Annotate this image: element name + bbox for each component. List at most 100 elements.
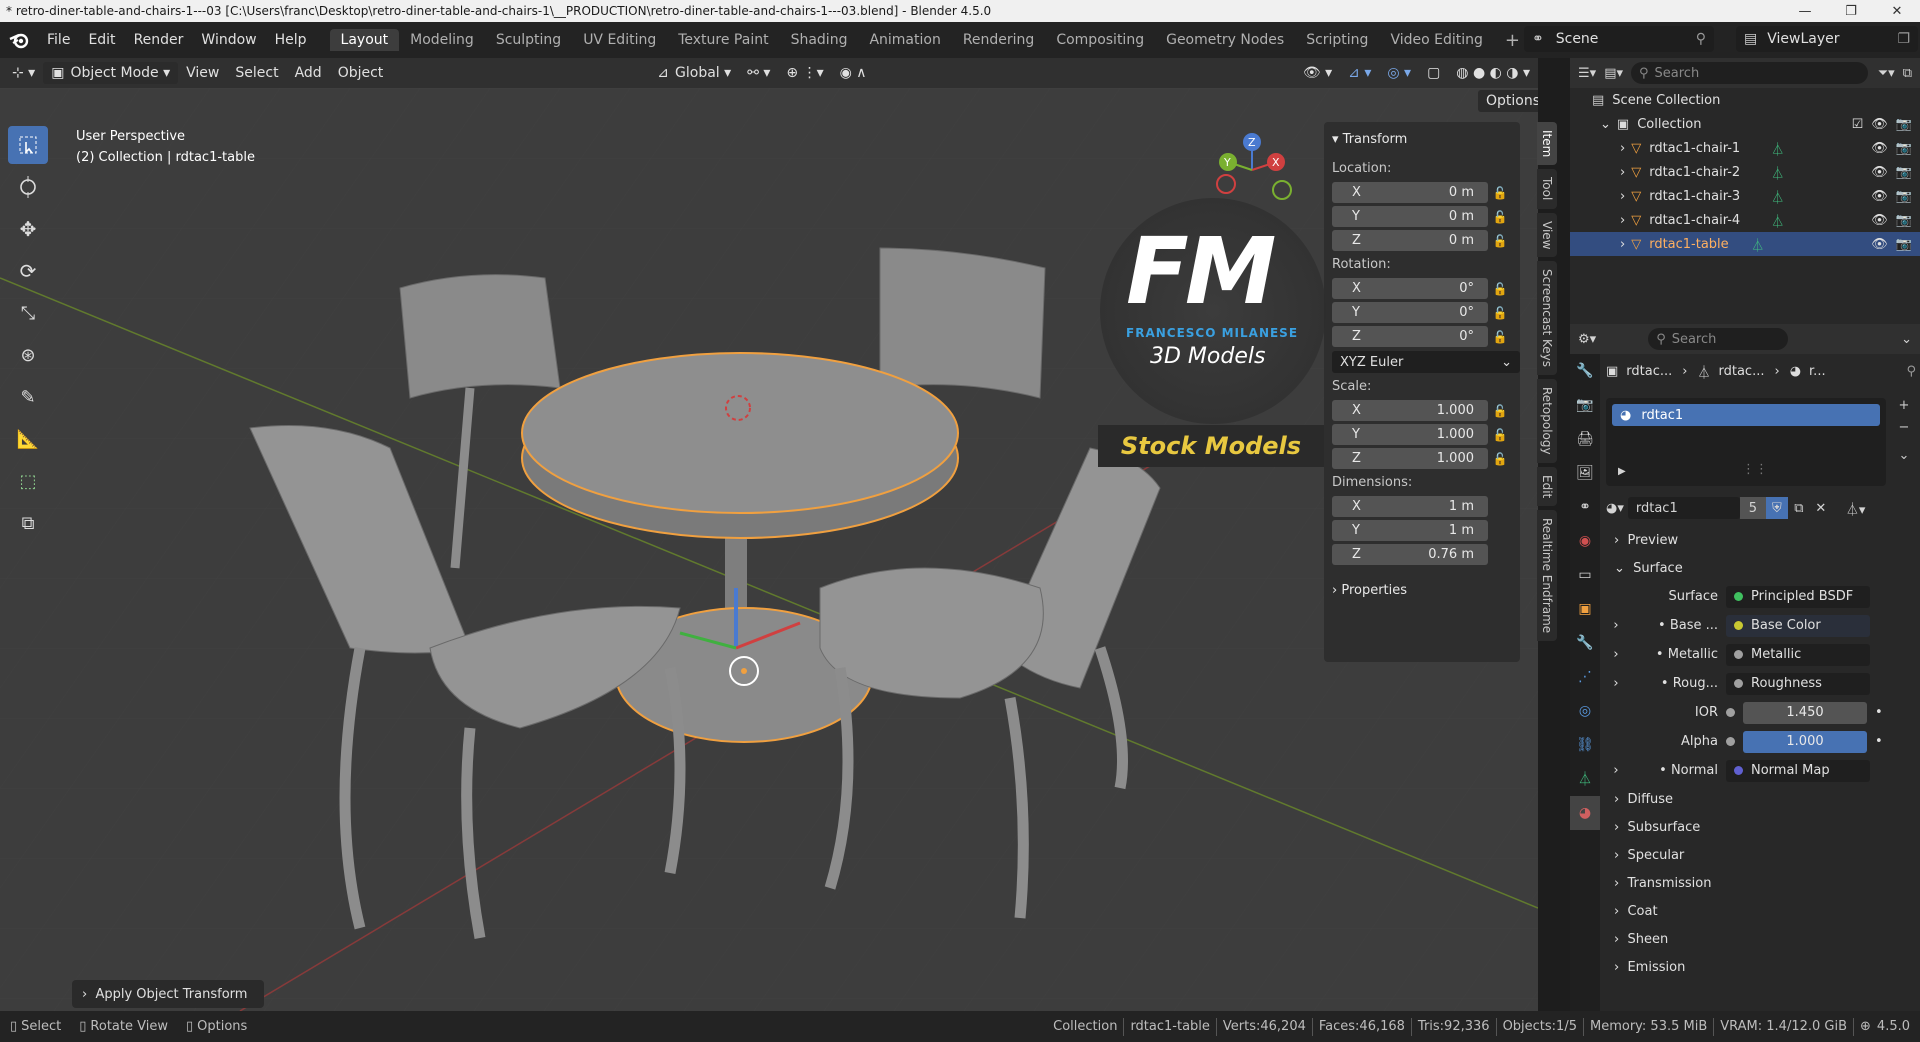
expand-icon[interactable]: ›	[1606, 676, 1626, 691]
checkbox-icon[interactable]: ☑	[1852, 117, 1864, 132]
move-tool[interactable]: ✥	[8, 210, 48, 248]
constraints-tab-icon[interactable]: ⛓	[1570, 728, 1600, 762]
transform-header[interactable]: ▾ Transform	[1332, 132, 1512, 147]
object-tab-icon[interactable]: ▣	[1570, 592, 1600, 626]
emission-section[interactable]: › Emission	[1606, 953, 1916, 981]
lock-icon[interactable]: 🔓	[1488, 186, 1512, 200]
visibility-icon[interactable]: 👁 ▾	[1295, 65, 1340, 81]
lock-icon[interactable]: 🔓	[1488, 306, 1512, 320]
scene-collection-row[interactable]: ▤ Scene Collection	[1570, 88, 1920, 112]
diffuse-section[interactable]: › Diffuse	[1606, 785, 1916, 813]
chevron-down-icon[interactable]: ⌄	[1901, 332, 1912, 347]
new-collection-icon[interactable]: ⧉	[1903, 66, 1912, 81]
properties-editor-icon[interactable]: ⚙▾	[1578, 332, 1596, 347]
add-cube-tool[interactable]: ⬚	[8, 462, 48, 500]
eye-icon[interactable]: 👁	[1871, 189, 1888, 204]
link-mode-icon[interactable]: ⏃▾	[1846, 499, 1866, 518]
pin-icon[interactable]: ⚲	[1906, 364, 1916, 379]
roughness-field[interactable]: Roughness	[1726, 672, 1870, 695]
scale-x-field[interactable]: X 1.000	[1332, 400, 1488, 421]
transform-tool[interactable]: ⊛	[8, 336, 48, 374]
metallic-field[interactable]: Metallic	[1726, 643, 1870, 666]
orientation-dropdown[interactable]: ⊿ Global ▾	[649, 65, 739, 81]
material-tab-icon[interactable]: ◕	[1570, 796, 1600, 830]
menu-help[interactable]: Help	[266, 32, 316, 48]
tab-view[interactable]: View	[1537, 212, 1557, 258]
physics-tab-icon[interactable]: ◎	[1570, 694, 1600, 728]
location-z-field[interactable]: Z 0 m	[1332, 230, 1488, 251]
scene-tab-icon[interactable]: ⚭	[1570, 490, 1600, 524]
preview-section[interactable]: › Preview	[1606, 526, 1916, 554]
rotate-tool[interactable]: ⟳	[8, 252, 48, 290]
cursor-tool[interactable]	[8, 168, 48, 206]
tab-retopology[interactable]: Retopology	[1537, 379, 1557, 463]
tab-shading[interactable]: Shading	[780, 29, 859, 51]
tab-rendering[interactable]: Rendering	[952, 29, 1046, 51]
expand-icon[interactable]: ›	[1620, 189, 1625, 204]
shading-modes-icon[interactable]: ◍ ● ◐ ◑ ▾	[1448, 65, 1538, 81]
data-tab-icon[interactable]: ⏃	[1570, 762, 1600, 796]
tab-layout[interactable]: Layout	[329, 29, 400, 51]
outliner-search[interactable]: ⚲ Search	[1631, 62, 1868, 84]
tab-edit[interactable]: Edit	[1537, 466, 1557, 506]
coat-section[interactable]: › Coat	[1606, 897, 1916, 925]
expand-icon[interactable]: ›	[1606, 647, 1626, 662]
eye-icon[interactable]: 👁	[1871, 237, 1888, 252]
material-slot-item[interactable]: ◕ rdtac1	[1612, 404, 1880, 426]
outliner-item-table[interactable]: › ▽ rdtac1-table ⏃ 👁 📷	[1570, 232, 1920, 256]
tab-texture-paint[interactable]: Texture Paint	[667, 29, 779, 51]
location-x-field[interactable]: X 0 m	[1332, 182, 1488, 203]
tab-video-editing[interactable]: Video Editing	[1379, 29, 1493, 51]
camera-icon[interactable]: 📷	[1896, 141, 1912, 156]
output-tab-icon[interactable]: 🖨	[1570, 422, 1600, 456]
menu-add[interactable]: Add	[287, 65, 330, 81]
outliner-item-chair-1[interactable]: › ▽ rdtac1-chair-1 ⏃ 👁 📷	[1570, 136, 1920, 160]
mesh-data-icon[interactable]: ⏃	[1771, 139, 1871, 158]
duplicate-icon[interactable]: ⧉	[1788, 501, 1810, 516]
navigation-gizmo[interactable]: Z X Y	[1200, 128, 1300, 218]
expand-icon[interactable]: ›	[1620, 141, 1625, 156]
lock-icon[interactable]: 🔓	[1488, 330, 1512, 344]
pin-icon[interactable]: ⚲	[1696, 31, 1706, 47]
menu-object[interactable]: Object	[330, 65, 392, 81]
eye-icon[interactable]: 👁	[1871, 165, 1888, 180]
specular-section[interactable]: › Specular	[1606, 841, 1916, 869]
properties-search[interactable]: ⚲ Search	[1648, 328, 1789, 350]
users-count[interactable]: 5	[1739, 497, 1766, 519]
tab-geometry-nodes[interactable]: Geometry Nodes	[1155, 29, 1295, 51]
base-color-field[interactable]: Base Color	[1726, 614, 1870, 637]
mesh-data-icon[interactable]: ⏃	[1771, 187, 1871, 206]
list-grip-icon[interactable]: ⋮⋮	[1742, 462, 1768, 477]
mesh-data-icon[interactable]: ⏃	[1751, 235, 1871, 254]
normal-field[interactable]: Normal Map	[1726, 759, 1870, 782]
world-tab-icon[interactable]: ◉	[1570, 524, 1600, 558]
dimensions-z-field[interactable]: Z 0.76 m	[1332, 544, 1488, 565]
snap-icon[interactable]: ⊕ ⋮▾	[778, 65, 831, 81]
tab-item[interactable]: Item	[1537, 122, 1557, 166]
options-dropdown[interactable]: Options ▾	[1478, 90, 1538, 112]
expand-icon[interactable]: ›	[1620, 237, 1625, 252]
lock-icon[interactable]: 🔓	[1488, 404, 1512, 418]
scale-tool[interactable]: ⤡	[8, 294, 48, 332]
collection-tab-icon[interactable]: ▭	[1570, 558, 1600, 592]
remove-slot-icon[interactable]: −	[1892, 420, 1916, 442]
rotation-y-field[interactable]: Y 0°	[1332, 302, 1488, 323]
material-name-field[interactable]: rdtac1	[1627, 497, 1740, 519]
expand-list-icon[interactable]: ▶	[1618, 466, 1626, 477]
slot-menu-icon[interactable]: ⌄	[1892, 448, 1916, 474]
last-operator-panel[interactable]: › Apply Object Transform	[72, 980, 264, 1008]
particles-tab-icon[interactable]: ⋰	[1570, 660, 1600, 694]
mode-dropdown[interactable]: ▣ Object Mode ▾	[43, 62, 179, 84]
tab-scripting[interactable]: Scripting	[1295, 29, 1379, 51]
outliner-item-chair-3[interactable]: › ▽ rdtac1-chair-3 ⏃ 👁 📷	[1570, 184, 1920, 208]
maximize-icon[interactable]: ❐	[1828, 4, 1874, 19]
unlink-icon[interactable]: ✕	[1810, 501, 1832, 516]
minimize-icon[interactable]: —	[1782, 4, 1828, 19]
material-slot-list[interactable]: ◕ rdtac1 ▶ ⋮⋮	[1606, 398, 1886, 486]
expand-icon[interactable]: ›	[1606, 618, 1626, 633]
tab-sculpting[interactable]: Sculpting	[485, 29, 572, 51]
rotation-z-field[interactable]: Z 0°	[1332, 326, 1488, 347]
proportional-edit-icon[interactable]: ◉ ∧	[832, 65, 875, 81]
scale-z-field[interactable]: Z 1.000	[1332, 448, 1488, 469]
menu-select[interactable]: Select	[227, 65, 286, 81]
